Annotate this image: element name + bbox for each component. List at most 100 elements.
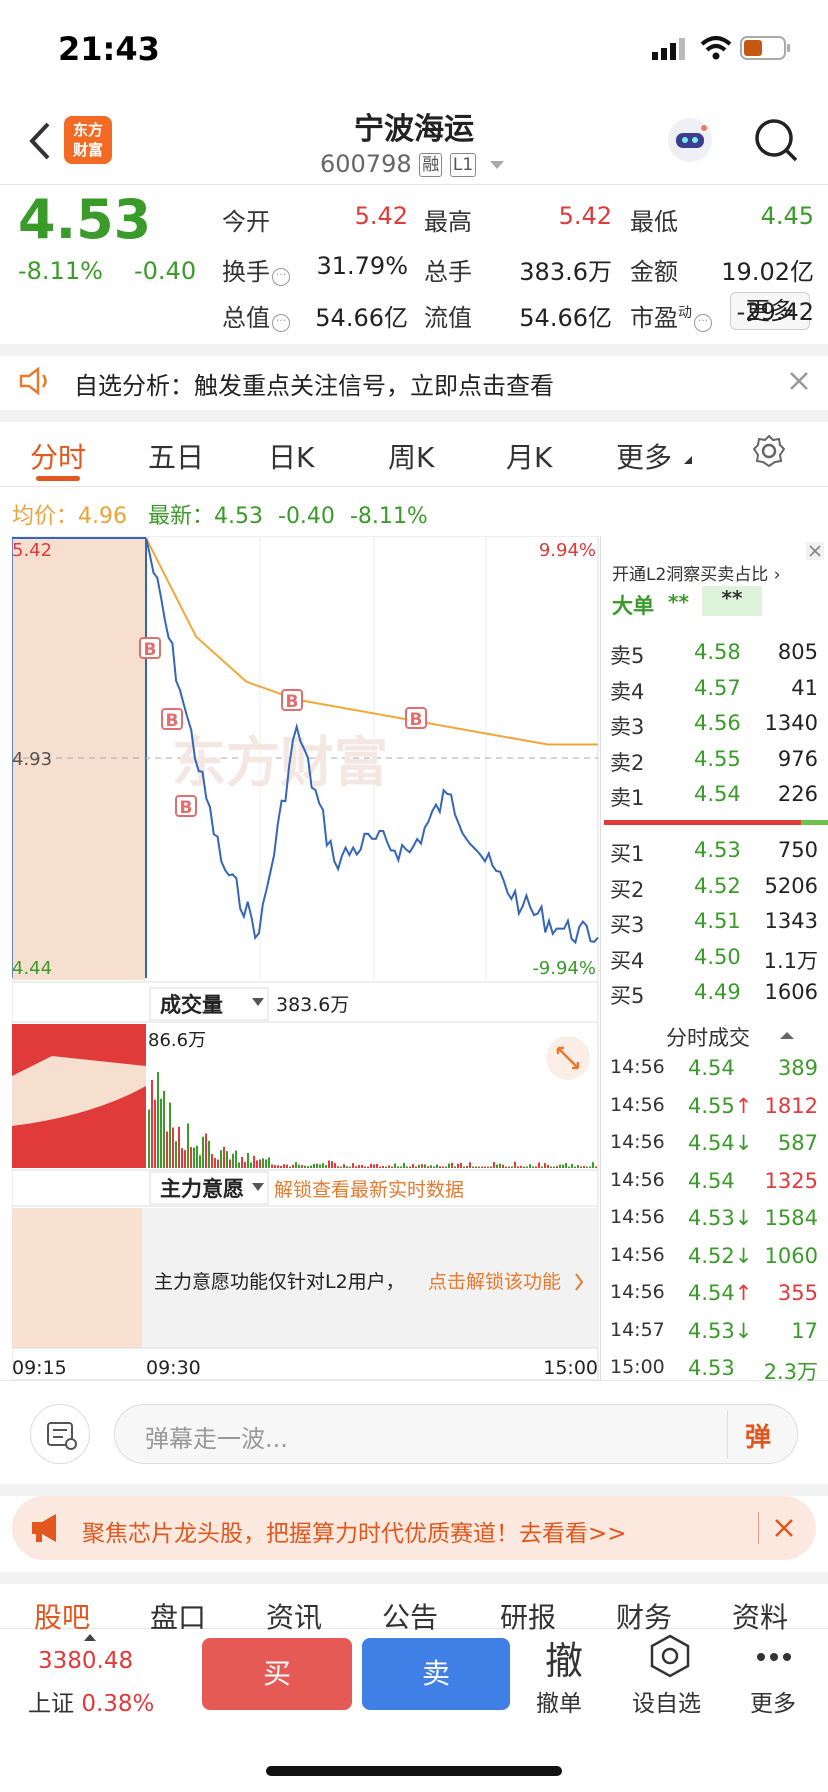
info-icon[interactable]: ···: [694, 314, 712, 332]
intraday-chart[interactable]: 东方财富 BBBBB 5.42 4.93 4.44 9.94% -9.94% 成…: [12, 536, 600, 1380]
settings-icon[interactable]: [752, 434, 786, 468]
volume-bar: [517, 1166, 519, 1168]
close-icon[interactable]: [788, 370, 810, 392]
danmaku-send-button[interactable]: 弹: [745, 1417, 771, 1454]
l2-promo[interactable]: 开通L2洞察买卖占比 ›: [612, 560, 781, 585]
tab-5[interactable]: 更多: [616, 436, 672, 476]
bottom-tab-6[interactable]: 资料: [732, 1596, 788, 1636]
volume-bar: [319, 1164, 321, 1168]
volume-bar: [205, 1133, 207, 1168]
watchlist-label[interactable]: 设自选: [632, 1684, 701, 1718]
buy-marker[interactable]: B: [175, 795, 197, 818]
pct-top-label: 9.94%: [539, 540, 596, 561]
orderbook-level-price[interactable]: 4.50: [694, 945, 741, 969]
index-value[interactable]: 3380.48: [38, 1648, 133, 1674]
tab-4[interactable]: 月K: [506, 436, 552, 476]
ticks-title[interactable]: 分时成交: [666, 1022, 750, 1052]
cancel-order-icon[interactable]: 撤: [542, 1630, 586, 1685]
volume-bar: [556, 1166, 558, 1168]
stat-label: 流值: [424, 304, 472, 332]
volume-bar: [412, 1164, 414, 1168]
volume-bar: [433, 1166, 435, 1168]
orderbook-level-price[interactable]: 4.56: [694, 711, 741, 735]
buy-marker[interactable]: B: [405, 707, 427, 730]
volume-bar: [235, 1150, 237, 1168]
bottom-tab-2[interactable]: 资讯: [266, 1596, 322, 1636]
tick-price: 4.54↓: [688, 1131, 753, 1155]
tab-0[interactable]: 分时: [30, 436, 86, 476]
ad-text[interactable]: 聚焦芯片龙头股，把握算力时代优质赛道！去看看>>: [82, 1514, 627, 1548]
volume-bar: [508, 1166, 510, 1168]
buy-button[interactable]: 买: [202, 1638, 352, 1710]
volume-bar: [220, 1150, 222, 1168]
volume-bar: [541, 1166, 543, 1168]
volume-bar: [346, 1166, 348, 1168]
y-bottom-label: 4.44: [12, 958, 52, 979]
danmaku-toggle-icon[interactable]: [30, 1404, 90, 1464]
signal-banner-text[interactable]: 自选分析：触发重点关注信号，立即点击查看: [74, 366, 554, 401]
volume-bar: [163, 1090, 165, 1168]
index-ticker[interactable]: 上证 0.38%: [28, 1684, 154, 1718]
watchlist-icon[interactable]: [648, 1634, 692, 1678]
speaker-icon: [18, 366, 54, 396]
volume-bar: [247, 1153, 249, 1168]
orderbook-level-price[interactable]: 4.52: [694, 874, 741, 898]
robot-avatar-icon[interactable]: [666, 116, 714, 164]
tick-time: 14:56: [610, 1243, 665, 1266]
tab-2[interactable]: 日K: [268, 436, 314, 476]
orderbook-level-price[interactable]: 4.53: [694, 838, 741, 862]
latest-change: -0.40: [278, 504, 335, 529]
dropdown-icon[interactable]: [489, 161, 504, 169]
more-dots-icon[interactable]: [756, 1648, 792, 1661]
orderbook-level-price[interactable]: 4.55: [694, 747, 741, 771]
bottom-tab-1[interactable]: 盘口: [150, 1596, 206, 1636]
volume-bar: [424, 1164, 426, 1168]
main-force-label[interactable]: 主力意愿: [160, 1177, 244, 1201]
tick-time: 14:56: [610, 1056, 665, 1078]
orderbook-level-label: 卖3: [610, 715, 645, 739]
volume-bar: [478, 1166, 480, 1168]
volume-bar: [283, 1164, 285, 1168]
orderbook-level-price[interactable]: 4.51: [694, 909, 741, 933]
volume-bar: [286, 1164, 288, 1168]
ad-close-icon[interactable]: [774, 1518, 794, 1538]
volume-bar: [325, 1165, 327, 1168]
info-icon[interactable]: ···: [272, 314, 290, 332]
tick-time: 15:00: [610, 1356, 665, 1378]
orderbook-level-price[interactable]: 4.57: [694, 676, 741, 700]
search-icon[interactable]: [752, 116, 800, 164]
volume-bar: [169, 1102, 171, 1168]
volume-bar: [178, 1126, 180, 1168]
buy-marker[interactable]: B: [139, 637, 161, 660]
buy-marker[interactable]: B: [161, 708, 183, 731]
volume-bar: [532, 1166, 534, 1168]
comment-input[interactable]: 弹幕走一波... 弹: [114, 1404, 798, 1464]
bottom-tab-4[interactable]: 研报: [500, 1596, 556, 1636]
promo-close-icon[interactable]: [806, 542, 824, 560]
tab-1[interactable]: 五日: [148, 436, 204, 476]
volume-bar: [181, 1148, 183, 1168]
signal-icon: [652, 38, 688, 60]
main-force-unlock[interactable]: 解锁查看最新实时数据: [274, 1179, 464, 1201]
stat-value: 54.66亿: [315, 304, 408, 332]
bottom-tab-0[interactable]: 股吧: [34, 1596, 90, 1636]
main-force-unlock-link[interactable]: 点击解锁该功能: [428, 1271, 561, 1293]
stat-value: 4.45: [760, 202, 814, 230]
orderbook-level-price[interactable]: 4.58: [694, 640, 741, 664]
buy-marker[interactable]: B: [281, 689, 303, 712]
cancel-order-label[interactable]: 撤单: [536, 1684, 582, 1718]
bottom-tab-3[interactable]: 公告: [382, 1596, 438, 1636]
change-amount: -0.40: [134, 257, 197, 285]
orderbook-level-price[interactable]: 4.54: [694, 782, 741, 806]
info-icon[interactable]: ···: [272, 268, 290, 286]
volume-label[interactable]: 成交量: [160, 993, 223, 1017]
sell-button[interactable]: 卖: [362, 1638, 510, 1710]
orderbook-level-price[interactable]: 4.49: [694, 980, 741, 1004]
volume-bar: [418, 1164, 420, 1168]
footer-more-label[interactable]: 更多: [750, 1684, 796, 1718]
volume-bar: [184, 1150, 186, 1168]
volume-bar: [382, 1166, 384, 1168]
bottom-tab-5[interactable]: 财务: [616, 1596, 672, 1636]
tick-time: 14:56: [610, 1131, 665, 1153]
tab-3[interactable]: 周K: [388, 436, 434, 476]
